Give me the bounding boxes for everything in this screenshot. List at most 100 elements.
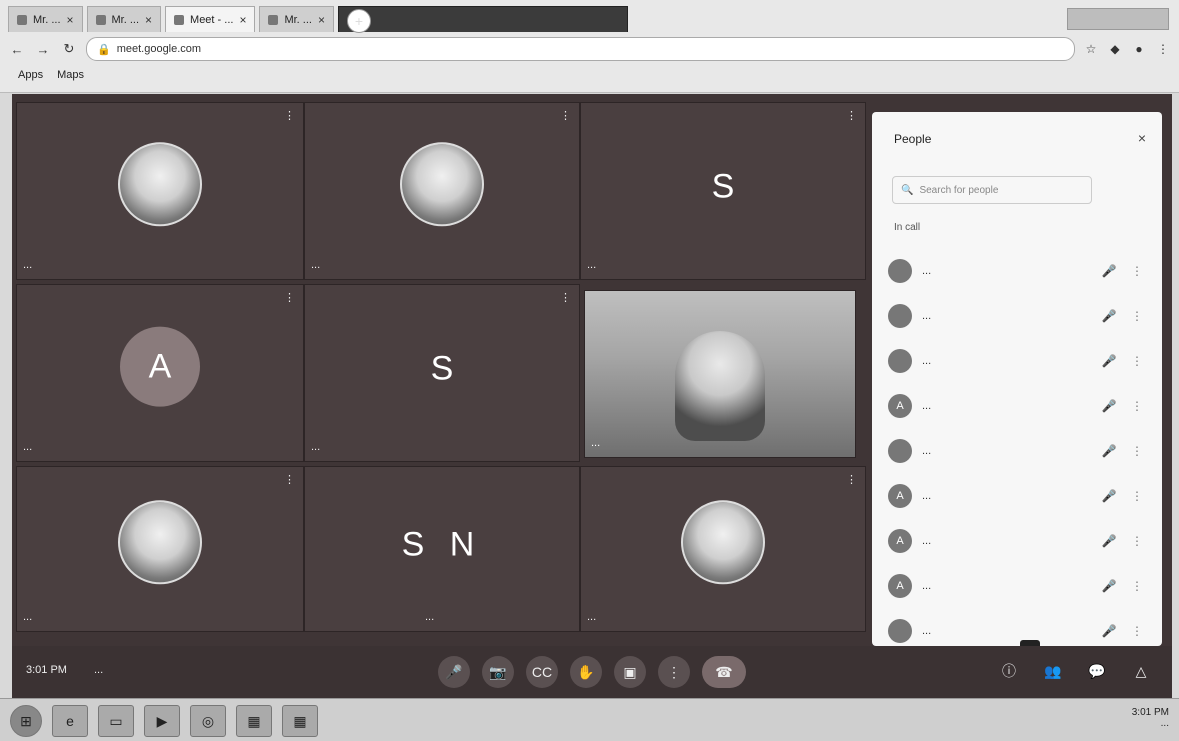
people-button[interactable]: 👥 xyxy=(1042,660,1064,682)
participant-row[interactable]: A... 🎤 ⋮ xyxy=(882,383,1152,428)
participant-name: ... xyxy=(922,624,932,637)
mic-icon[interactable]: 🎤 xyxy=(1100,399,1118,413)
avatar xyxy=(888,258,912,283)
system-clock[interactable]: 3:01 PM ... xyxy=(1132,707,1169,729)
more-options-icon[interactable]: ⋮ xyxy=(1128,399,1146,413)
participant-row[interactable]: ... 🎤 ⋮ xyxy=(882,248,1152,293)
section-label: In call xyxy=(894,222,921,233)
bookmark-maps[interactable]: Maps xyxy=(57,69,84,81)
participant-row[interactable]: A... 🎤 ⋮ xyxy=(882,518,1152,563)
bookmark-apps[interactable]: Apps xyxy=(18,69,43,81)
more-vertical-icon: ⋮ xyxy=(667,663,681,680)
present-icon: ▣ xyxy=(623,663,637,680)
more-options-icon[interactable]: ⋮ xyxy=(1128,264,1146,278)
close-tab-icon[interactable]: × xyxy=(318,13,325,27)
more-options-icon[interactable]: ⋮ xyxy=(1128,534,1146,548)
browser-tab-5[interactable]: + xyxy=(337,6,628,33)
mic-icon[interactable]: 🎤 xyxy=(1100,264,1118,278)
participant-row[interactable]: ... 🎤 ⋮ xyxy=(882,338,1152,383)
tab-label: Meet - ... xyxy=(190,13,234,26)
more-options-button[interactable]: ⋮ xyxy=(658,656,690,688)
star-icon[interactable]: ☆ xyxy=(1083,41,1099,57)
close-tab-icon[interactable]: × xyxy=(239,13,246,27)
taskbar-ie[interactable]: e xyxy=(52,705,88,737)
avatar xyxy=(888,618,912,643)
mic-indicator-icon: ⋮ xyxy=(560,110,571,122)
more-options-icon[interactable]: ⋮ xyxy=(1128,489,1146,503)
browser-tab-4[interactable]: Mr. ... × xyxy=(259,6,334,32)
participant-tile-1[interactable]: ⋮ ... xyxy=(16,102,304,280)
chat-button[interactable]: 💬 xyxy=(1086,660,1108,682)
close-tab-icon[interactable]: × xyxy=(67,13,74,27)
more-options-icon[interactable]: ⋮ xyxy=(1128,309,1146,323)
participant-tile-2[interactable]: ⋮ ... xyxy=(304,102,580,280)
participant-tile-7[interactable]: ⋮ ... xyxy=(16,466,304,632)
taskbar-media[interactable]: ▶ xyxy=(144,705,180,737)
more-options-icon[interactable]: ⋮ xyxy=(1128,579,1146,593)
participant-video-tile[interactable]: ... xyxy=(584,290,856,458)
forward-icon[interactable]: → xyxy=(34,40,52,58)
window-controls[interactable] xyxy=(1067,8,1169,30)
browser-tab-2[interactable]: Mr. ... × xyxy=(86,6,162,32)
taskbar-app-2[interactable]: ▦ xyxy=(282,705,318,737)
activities-button[interactable]: △ xyxy=(1130,660,1152,682)
participant-row[interactable]: ... 🎤 ⋮ xyxy=(882,428,1152,473)
participant-tile-4[interactable]: ⋮ A ... xyxy=(16,284,304,462)
search-icon: 🔍 xyxy=(901,184,914,196)
start-button[interactable]: ⊞ xyxy=(10,705,42,737)
end-call-button[interactable]: ☎ xyxy=(702,656,746,688)
taskbar-app-1[interactable]: ▦ xyxy=(236,705,272,737)
participant-name: ... xyxy=(311,259,321,271)
chat-icon: 💬 xyxy=(1088,662,1106,679)
mic-icon[interactable]: 🎤 xyxy=(1100,354,1118,368)
present-button[interactable]: ▣ xyxy=(614,656,646,688)
browser-tab-1[interactable]: Mr. ... × xyxy=(8,6,83,32)
mic-off-button[interactable]: 🎤 xyxy=(438,656,470,688)
avatar xyxy=(118,500,202,585)
taskbar-explorer[interactable]: ▭ xyxy=(98,705,134,737)
mic-icon[interactable]: 🎤 xyxy=(1100,309,1118,323)
camera-button[interactable]: 📷 xyxy=(482,656,514,688)
extension-icon[interactable]: ◆ xyxy=(1107,41,1123,57)
address-bar[interactable]: 🔒 meet.google.com xyxy=(86,37,1075,61)
participant-tile-9[interactable]: ⋮ ... xyxy=(580,466,866,632)
raise-hand-button[interactable]: ✋ xyxy=(570,656,602,688)
participant-name: ... xyxy=(922,354,932,367)
more-options-icon[interactable]: ⋮ xyxy=(1128,624,1146,638)
menu-icon[interactable]: ⋮ xyxy=(1155,41,1171,57)
profile-icon[interactable]: ● xyxy=(1131,41,1147,57)
info-button[interactable]: ⓘ xyxy=(998,660,1020,682)
call-controls: 🎤 📷 CC ✋ ▣ ⋮ ☎ xyxy=(438,656,746,688)
participant-tile-5[interactable]: ⋮ S ... xyxy=(304,284,580,462)
new-tab-button[interactable]: + xyxy=(346,8,371,33)
mic-icon[interactable]: 🎤 xyxy=(1100,444,1118,458)
reload-icon[interactable]: ↻ xyxy=(60,40,78,58)
more-options-icon[interactable]: ⋮ xyxy=(1128,354,1146,368)
close-tab-icon[interactable]: × xyxy=(145,13,152,27)
participant-row[interactable]: A... 🎤 ⋮ xyxy=(882,563,1152,608)
mic-icon[interactable]: 🎤 xyxy=(1100,489,1118,503)
captions-button[interactable]: CC xyxy=(526,656,558,688)
mic-icon[interactable]: 🎤 xyxy=(1100,534,1118,548)
close-icon[interactable]: × xyxy=(1138,130,1146,146)
more-options-icon[interactable]: ⋮ xyxy=(1128,444,1146,458)
taskbar-chrome[interactable]: ◎ xyxy=(190,705,226,737)
browser-chrome: Mr. ... × Mr. ... × Meet - ... × Mr. ... × +… xyxy=(0,0,1179,93)
back-icon[interactable]: ← xyxy=(8,40,26,58)
favicon-icon xyxy=(95,14,106,25)
tab-label: Mr. ... xyxy=(284,13,312,26)
participant-tile-8[interactable]: S N ... xyxy=(304,466,580,632)
avatar xyxy=(888,348,912,373)
mic-icon[interactable]: 🎤 xyxy=(1100,624,1118,638)
camera-icon: 📷 xyxy=(489,663,507,680)
people-search-input[interactable]: 🔍 Search for people xyxy=(892,176,1092,204)
mic-indicator-icon: ⋮ xyxy=(846,474,857,486)
avatar xyxy=(681,500,765,585)
chrome-icon: ◎ xyxy=(201,712,215,729)
mic-icon[interactable]: 🎤 xyxy=(1100,579,1118,593)
participant-row[interactable]: A... 🎤 ⋮ xyxy=(882,473,1152,518)
participant-row[interactable]: ... 🎤 ⋮ xyxy=(882,293,1152,338)
participant-tile-3[interactable]: ⋮ S ... xyxy=(580,102,866,280)
avatar: A xyxy=(888,528,912,553)
browser-tab-3[interactable]: Meet - ... × xyxy=(165,6,256,32)
